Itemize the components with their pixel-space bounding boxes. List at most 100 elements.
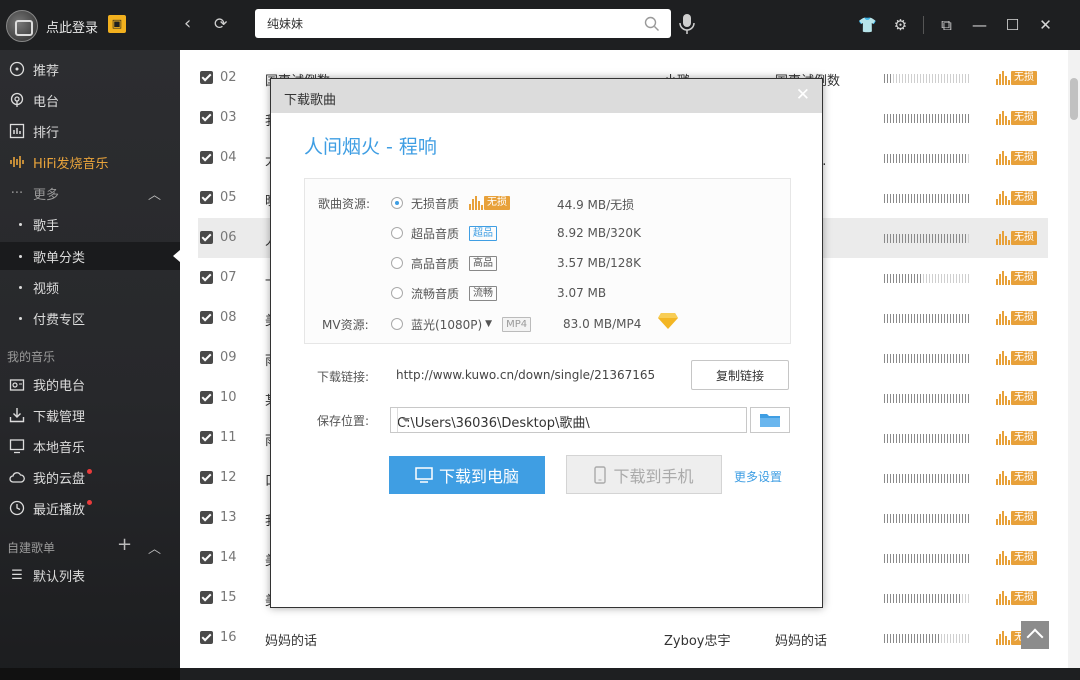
hifi-wave-icon [996,631,1010,645]
radio-button[interactable] [391,197,403,209]
song-artist[interactable]: Zyboy忠宇 [664,630,731,649]
sidebar-item-hifi[interactable]: HiFi发烧音乐 [8,151,109,173]
quality-badge: 无损 [996,470,1037,486]
sidebar-item-local[interactable]: 本地音乐 [8,435,85,457]
chevron-up-icon[interactable]: ︿ [148,184,161,203]
sidebar-item-download[interactable]: 下载管理 [8,404,85,426]
back-to-top-button[interactable] [1021,621,1049,649]
more-settings-link[interactable]: 更多设置 [734,468,782,485]
row-checkbox[interactable] [200,591,213,604]
button-label: 下载到手机 [613,466,694,486]
quality-badge: 无损 [996,550,1037,566]
sidebar-item-video[interactable]: 视频 [19,276,59,298]
mini-mode-icon[interactable]: ⧉ [930,14,963,36]
sidebar-item-radio[interactable]: 电台 [8,89,59,111]
sidebar-item-charts[interactable]: 排行 [8,120,59,142]
sidebar-item-cloud[interactable]: 我的云盘 [8,466,93,488]
sidebar-item-label: 排行 [33,125,60,141]
hifi-wave-icon [996,231,1010,245]
quality-badge: 无损 [996,350,1037,366]
download-to-pc-button[interactable]: 下载到电脑 [389,456,545,494]
copy-link-button[interactable]: 复制链接 [691,360,789,390]
row-checkbox[interactable] [200,471,213,484]
download-to-phone-button[interactable]: 下载到手机 [566,455,722,494]
sidebar-item-singer[interactable]: 歌手 [19,213,59,235]
browse-folder-button[interactable] [750,407,790,433]
sidebar-item-paid[interactable]: 付费专区 [19,307,85,329]
sidebar-item-default-list[interactable]: ☰ 默认列表 [8,564,85,586]
search-icon[interactable] [644,16,660,32]
row-number: 06 [220,230,237,245]
popularity-bar [884,274,970,283]
monitor-icon [415,467,433,483]
add-playlist-icon[interactable]: + [117,534,132,555]
close-icon[interactable]: ✕ [1029,14,1062,36]
list-icon: ☰ [11,567,23,583]
row-checkbox[interactable] [200,351,213,364]
chevron-down-icon[interactable] [397,408,413,432]
row-checkbox[interactable] [200,231,213,244]
sidebar-item-label: 我的云盘 [33,471,86,487]
search-input[interactable] [255,9,635,38]
skin-icon[interactable]: 👕 [851,14,884,36]
row-number: 13 [220,510,237,525]
radio-button[interactable] [391,287,403,299]
folder-icon [760,414,780,427]
app-logo-icon[interactable] [6,10,38,42]
sidebar-item-label: 下载管理 [33,409,86,425]
microphone-icon[interactable] [679,13,695,35]
row-checkbox[interactable] [200,271,213,284]
song-album[interactable]: 妈妈的话 [775,630,827,649]
refresh-icon[interactable]: ⟳ [214,14,227,33]
cloud-icon [8,468,26,486]
option-mv[interactable]: 蓝光(1080P) ▼ MP4 [391,315,532,333]
table-row[interactable]: 16妈妈的话Zyboy忠宇妈妈的话无损 [198,618,1048,658]
sidebar-item-label: 本地音乐 [33,440,86,456]
minimize-icon[interactable]: — [963,14,996,36]
quality-badge: 无损 [996,590,1037,606]
back-icon[interactable]: ‹ [184,13,191,34]
radio-button[interactable] [391,318,403,330]
option-smooth[interactable]: 流畅音质 流畅 [391,284,498,302]
row-checkbox[interactable] [200,111,213,124]
radio-button[interactable] [391,257,403,269]
gear-icon[interactable]: ⚙ [884,14,917,36]
dropdown-arrow-icon[interactable]: ▼ [485,319,492,329]
row-checkbox[interactable] [200,511,213,524]
row-checkbox[interactable] [200,71,213,84]
row-checkbox[interactable] [200,311,213,324]
row-checkbox[interactable] [200,551,213,564]
dialog-title: 下载歌曲 [284,93,337,108]
sidebar-item-playlist-category[interactable]: 歌单分类 [19,245,85,267]
option-high[interactable]: 高品音质 高品 [391,254,498,272]
download-link[interactable]: http://www.kuwo.cn/down/single/21367165 [396,368,655,382]
row-number: 07 [220,270,237,285]
maximize-icon[interactable]: ☐ [996,14,1029,36]
row-checkbox[interactable] [200,391,213,404]
sidebar-item-more[interactable]: ··· 更多 [8,182,59,204]
scrollbar[interactable] [1068,50,1080,668]
hifi-wave-icon [996,311,1010,325]
phone-icon [594,465,607,484]
row-checkbox[interactable] [200,631,213,644]
save-path-field[interactable]: C:\Users\36036\Desktop\歌曲\ [390,407,747,433]
option-lossless[interactable]: 无损音质 无损 [391,194,511,212]
sidebar-item-recent[interactable]: 最近播放 [8,497,93,519]
gift-icon[interactable]: ▣ [108,15,126,33]
option-super[interactable]: 超品音质 超品 [391,224,498,242]
close-icon[interactable]: ✕ [796,85,810,105]
row-checkbox[interactable] [200,431,213,444]
sidebar-item-label: 歌手 [33,218,60,234]
radio-button[interactable] [391,227,403,239]
song-title[interactable]: 妈妈的话 [265,630,317,649]
row-checkbox[interactable] [200,151,213,164]
scrollbar-thumb[interactable] [1070,78,1078,120]
row-number: 09 [220,350,237,365]
sidebar-item-my-radio[interactable]: 我的电台 [8,373,85,395]
badge-label: 无损 [1011,551,1037,565]
sidebar-item-recommend[interactable]: 推荐 [8,58,59,80]
section-title-my-music: 我的音乐 [7,350,56,364]
login-link[interactable]: 点此登录 [46,17,98,36]
row-checkbox[interactable] [200,191,213,204]
chevron-up-icon[interactable]: ︿ [148,538,161,557]
